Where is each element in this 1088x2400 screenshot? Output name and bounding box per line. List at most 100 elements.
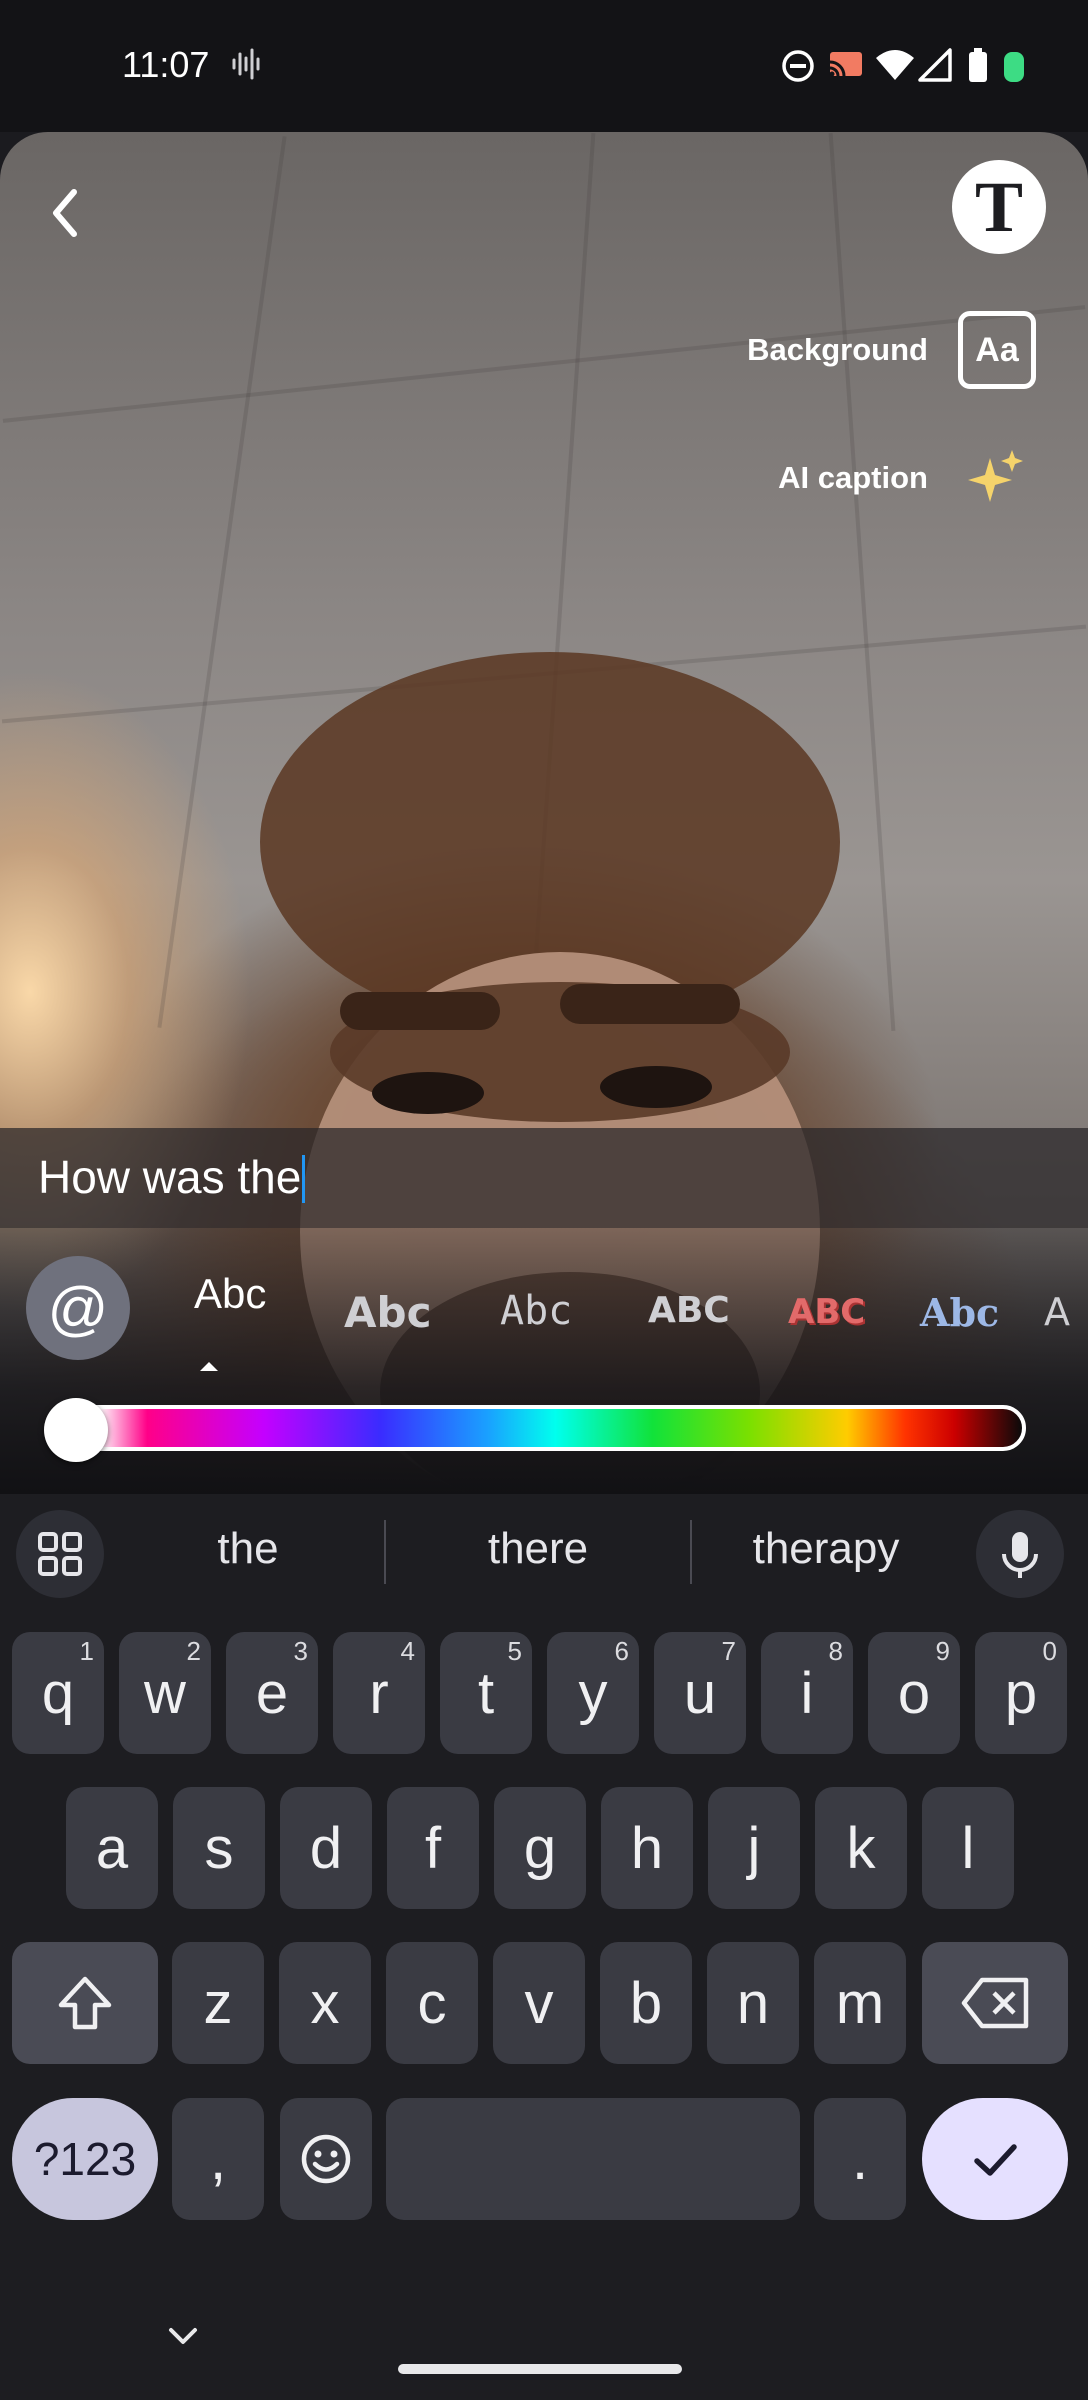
background-icon[interactable]: Aa xyxy=(958,311,1036,389)
do-not-disturb-icon xyxy=(782,50,814,82)
key-label: q xyxy=(41,1660,75,1726)
text-tool-button[interactable]: T xyxy=(952,160,1046,254)
wall-tile-line xyxy=(157,136,287,1028)
ai-caption-label[interactable]: AI caption xyxy=(700,460,928,496)
key-label: y xyxy=(578,1660,608,1726)
key-number-hint: 5 xyxy=(507,1636,522,1666)
key-number-hint: 2 xyxy=(186,1636,201,1666)
wall-tile-line xyxy=(828,132,896,1032)
key-number-hint: 3 xyxy=(293,1636,308,1666)
key-h[interactable]: h xyxy=(601,1787,693,1909)
font-option-classic[interactable]: Abc xyxy=(194,1270,266,1318)
emoji-icon xyxy=(301,2134,351,2184)
key-label: d xyxy=(309,1815,343,1881)
sparkle-icon[interactable] xyxy=(966,448,1026,508)
emoji-key[interactable] xyxy=(280,2098,372,2220)
key-w[interactable]: w2 xyxy=(119,1632,211,1754)
battery-icon xyxy=(969,48,987,82)
key-label: s xyxy=(204,1815,234,1881)
checkmark-icon xyxy=(974,2144,1017,2176)
status-time: 11:07 xyxy=(122,44,210,85)
key-label: z xyxy=(203,1970,233,2036)
key-x[interactable]: x xyxy=(279,1942,371,2064)
period-key[interactable]: . xyxy=(814,2098,906,2220)
color-slider-track[interactable] xyxy=(46,1405,1026,1451)
suggestion-3[interactable]: therapy xyxy=(706,1524,946,1574)
suggestion-divider xyxy=(690,1520,692,1584)
suggestion-1[interactable]: the xyxy=(128,1524,368,1574)
key-label: w xyxy=(144,1660,186,1726)
key-p[interactable]: p0 xyxy=(975,1632,1067,1754)
hide-keyboard-chevron-icon[interactable] xyxy=(165,2322,201,2350)
font-strip xyxy=(0,1228,1088,1494)
caption-input[interactable]: How was the xyxy=(38,1150,306,1204)
color-slider-thumb[interactable] xyxy=(44,1398,108,1462)
key-v[interactable]: v xyxy=(493,1942,585,2064)
key-e[interactable]: e3 xyxy=(226,1632,318,1754)
key-number-hint: 8 xyxy=(828,1636,843,1666)
key-s[interactable]: s xyxy=(173,1787,265,1909)
key-g[interactable]: g xyxy=(494,1787,586,1909)
cast-icon xyxy=(829,52,862,77)
key-label: x xyxy=(310,1970,340,2036)
key-t[interactable]: t5 xyxy=(440,1632,532,1754)
font-option-bold[interactable]: Abc xyxy=(344,1288,431,1337)
key-label: t xyxy=(477,1660,495,1726)
battery-dot-icon xyxy=(1004,52,1024,82)
backspace-key[interactable] xyxy=(922,1942,1068,2064)
key-label: g xyxy=(523,1815,557,1881)
key-label: e xyxy=(255,1660,289,1726)
font-option-caps[interactable]: ABC xyxy=(648,1290,730,1331)
key-label: f xyxy=(424,1815,442,1881)
key-d[interactable]: d xyxy=(280,1787,372,1909)
key-number-hint: 9 xyxy=(935,1636,950,1666)
done-key[interactable] xyxy=(922,2098,1068,2220)
key-r[interactable]: r4 xyxy=(333,1632,425,1754)
key-n[interactable]: n xyxy=(707,1942,799,2064)
key-y[interactable]: y6 xyxy=(547,1632,639,1754)
key-j[interactable]: j xyxy=(708,1787,800,1909)
back-chevron-icon[interactable] xyxy=(40,178,90,248)
key-u[interactable]: u7 xyxy=(654,1632,746,1754)
key-a[interactable]: a xyxy=(66,1787,158,1909)
eyebrow-right xyxy=(560,984,740,1024)
key-label: u xyxy=(683,1660,717,1726)
key-label: v xyxy=(524,1970,554,2036)
font-option-typewriter[interactable]: Abc xyxy=(500,1288,572,1334)
key-label: m xyxy=(835,1970,885,2036)
eye-left xyxy=(372,1072,484,1114)
signal-icon xyxy=(918,48,952,82)
font-option-neon[interactable]: ABC xyxy=(788,1292,865,1332)
shift-key[interactable] xyxy=(12,1942,158,2064)
key-b[interactable]: b xyxy=(600,1942,692,2064)
background-label[interactable]: Background xyxy=(700,332,928,368)
key-m[interactable]: m xyxy=(814,1942,906,2064)
key-l[interactable]: l xyxy=(922,1787,1014,1909)
key-number-hint: 1 xyxy=(79,1636,94,1666)
font-option-more[interactable]: A xyxy=(1044,1290,1070,1334)
comma-key[interactable]: , xyxy=(172,2098,264,2220)
key-f[interactable]: f xyxy=(387,1787,479,1909)
mention-button[interactable]: @ xyxy=(26,1256,130,1360)
space-key[interactable] xyxy=(386,2098,800,2220)
status-bar: 11:07 xyxy=(0,0,1088,132)
key-q[interactable]: q1 xyxy=(12,1632,104,1754)
key-c[interactable]: c xyxy=(386,1942,478,2064)
key-label: a xyxy=(95,1815,129,1881)
voice-input-button[interactable] xyxy=(976,1510,1064,1598)
home-indicator[interactable] xyxy=(398,2364,682,2374)
key-number-hint: 4 xyxy=(400,1636,415,1666)
selected-font-indicator xyxy=(200,1362,218,1371)
key-k[interactable]: k xyxy=(815,1787,907,1909)
keyboard-menu-button[interactable] xyxy=(16,1510,104,1598)
key-label: c xyxy=(417,1970,447,2036)
key-i[interactable]: i8 xyxy=(761,1632,853,1754)
text-caret xyxy=(302,1155,306,1203)
caption-input-text: How was the xyxy=(38,1151,302,1203)
key-o[interactable]: o9 xyxy=(868,1632,960,1754)
suggestion-2[interactable]: there xyxy=(418,1524,658,1574)
font-option-gothic[interactable]: Abc xyxy=(920,1290,999,1335)
symbols-key[interactable]: ?123 xyxy=(12,2098,158,2220)
key-z[interactable]: z xyxy=(172,1942,264,2064)
microphone-icon xyxy=(1002,1532,1038,1578)
